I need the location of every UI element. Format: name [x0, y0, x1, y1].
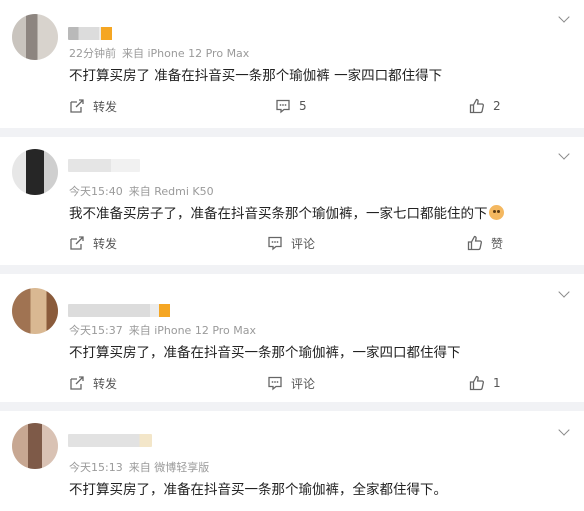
cat-emoji-icon [488, 205, 504, 220]
comment-card: 今天15:13 来自 微博轻享版 不打算买房了，准备在抖音买一条那个瑜伽裤，全家都… [0, 411, 584, 511]
username-blurred[interactable] [68, 434, 152, 447]
comment-text-body: 我不准备买房子了，准备在抖音买条那个瑜伽裤，一家七口都能住的下 [69, 206, 488, 222]
avatar[interactable] [12, 149, 58, 195]
comment-button[interactable]: 评论 [267, 234, 315, 252]
repost-button[interactable]: 转发 [69, 374, 117, 392]
chevron-down-icon[interactable] [558, 11, 570, 23]
avatar[interactable] [12, 14, 58, 60]
repost-label: 转发 [93, 376, 118, 391]
comment-meta: 今天15:37 来自 iPhone 12 Pro Max [69, 322, 256, 338]
comment-label: 评论 [291, 376, 316, 391]
chevron-down-icon[interactable] [558, 424, 570, 436]
chevron-down-icon[interactable] [558, 286, 570, 298]
comment-meta: 今天15:13 来自 微博轻享版 [69, 459, 209, 475]
like-count: 1 [493, 376, 501, 390]
avatar[interactable] [12, 423, 58, 469]
comment-button[interactable]: 5 [275, 97, 307, 115]
comment-card: 22分钟前 来自 iPhone 12 Pro Max 不打算买房了 准备在抖音买一… [0, 0, 584, 128]
comment-card: 今天15:40 来自 Redmi K50 我不准备买房子了，准备在抖音买条那个瑜伽… [0, 137, 584, 265]
repost-label: 转发 [93, 236, 118, 251]
repost-button[interactable]: 转发 [69, 97, 117, 115]
comment-time: 22分钟前 [69, 47, 116, 60]
comment-time: 今天15:13 [69, 461, 123, 474]
comment-text: 我不准备买房子了，准备在抖音买条那个瑜伽裤，一家七口都能住的下 [69, 202, 504, 222]
comment-time: 今天15:37 [69, 324, 123, 337]
comment-icon [276, 99, 290, 114]
comment-feed: 22分钟前 来自 iPhone 12 Pro Max 不打算买房了 准备在抖音买一… [0, 0, 584, 511]
divider [0, 265, 584, 274]
comment-icon [268, 236, 282, 251]
comment-source: 来自 iPhone 12 Pro Max [122, 47, 250, 60]
thumbs-up-icon [469, 375, 484, 391]
repost-icon [70, 99, 84, 113]
username-blurred[interactable] [68, 304, 170, 317]
comment-label: 评论 [291, 236, 316, 251]
comment-source: 来自 Redmi K50 [128, 185, 214, 198]
like-button[interactable]: 赞 [467, 234, 503, 252]
repost-icon [70, 376, 84, 390]
comment-button[interactable]: 评论 [267, 374, 315, 392]
like-button[interactable]: 2 [469, 97, 501, 115]
repost-label: 转发 [93, 99, 118, 114]
comment-text: 不打算买房了，准备在抖音买一条那个瑜伽裤，全家都住得下。 [69, 482, 447, 498]
comment-meta: 22分钟前 来自 iPhone 12 Pro Max [69, 45, 249, 61]
comment-card: 今天15:37 来自 iPhone 12 Pro Max 不打算买房了，准备在抖音… [0, 274, 584, 402]
like-label: 赞 [491, 236, 504, 251]
like-count: 2 [493, 99, 501, 113]
divider [0, 128, 584, 137]
username-blurred[interactable] [68, 27, 112, 40]
comment-count: 5 [299, 99, 307, 113]
comment-source: 来自 iPhone 12 Pro Max [128, 324, 257, 337]
comment-source: 来自 微博轻享版 [128, 461, 210, 474]
comment-meta: 今天15:40 来自 Redmi K50 [69, 183, 214, 199]
thumbs-up-icon [469, 98, 484, 114]
divider [0, 402, 584, 411]
comment-time: 今天15:40 [69, 185, 123, 198]
chevron-down-icon[interactable] [558, 148, 570, 160]
comment-icon [268, 376, 282, 391]
username-blurred[interactable] [68, 159, 140, 172]
thumbs-up-icon [467, 235, 482, 251]
member-badge-icon [101, 27, 112, 40]
member-badge-icon [159, 304, 170, 317]
comment-text: 不打算买房了，准备在抖音买一条那个瑜伽裤，一家四口都住得下 [69, 345, 461, 361]
repost-icon [70, 236, 84, 250]
like-button[interactable]: 1 [469, 374, 501, 392]
comment-text: 不打算买房了 准备在抖音买一条那个瑜伽裤 一家四口都住得下 [69, 68, 443, 84]
avatar[interactable] [12, 288, 58, 334]
repost-button[interactable]: 转发 [69, 234, 117, 252]
